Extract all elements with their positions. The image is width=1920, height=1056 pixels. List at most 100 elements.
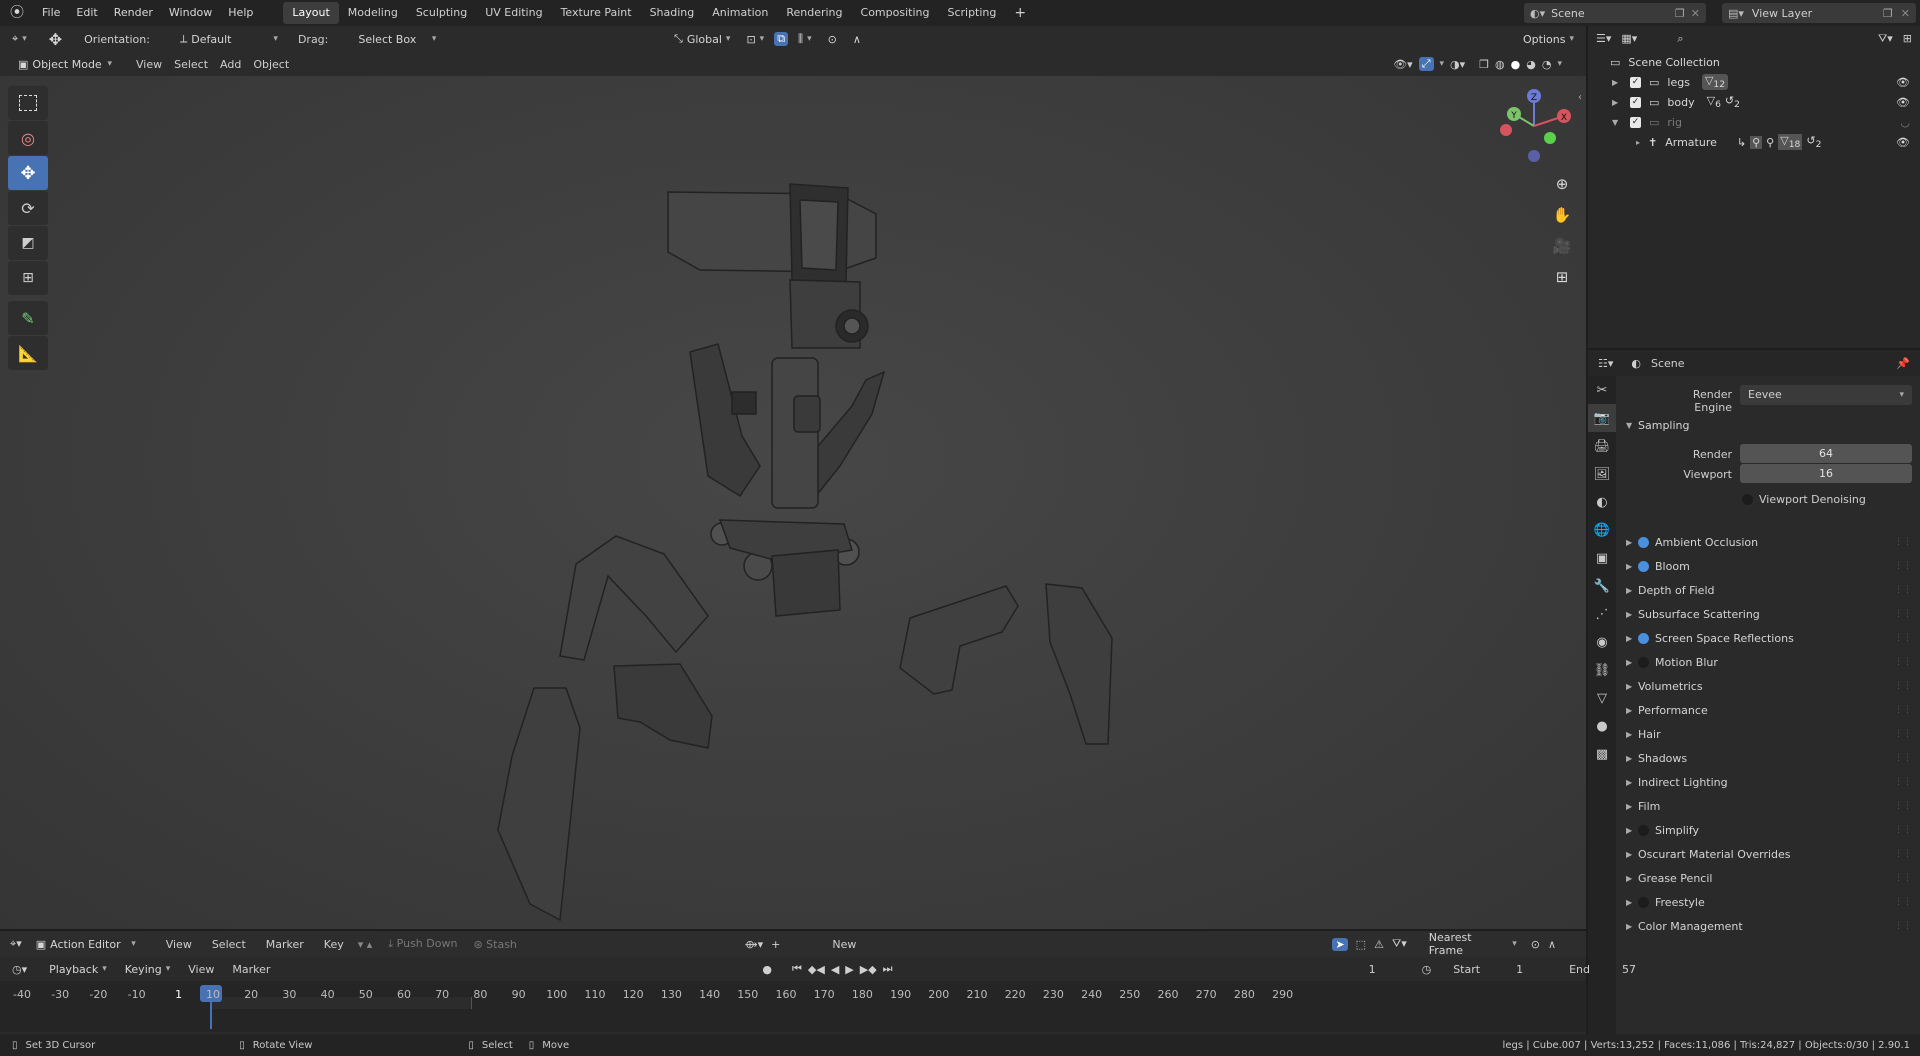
display-mode-icon[interactable]: ▦▾ (1621, 32, 1637, 46)
xray-icon[interactable]: ❐ (1479, 58, 1489, 71)
rotate-tool[interactable]: ⟳ (8, 191, 48, 225)
timeline-menu-view[interactable]: View (182, 963, 220, 976)
sampling-render-field[interactable]: 64 (1740, 444, 1912, 463)
view-layer-selector[interactable]: ▤▾ View Layer ❐ ✕ (1722, 3, 1916, 23)
eye-icon[interactable]: 👁 (1896, 136, 1910, 149)
menu-window[interactable]: Window (161, 0, 220, 26)
dopesheet-editor-icon[interactable]: ⌖▾ (10, 937, 22, 951)
tab-scripting[interactable]: Scripting (938, 2, 1005, 24)
pin-icon[interactable]: 📌 (1896, 357, 1910, 370)
tab-shading[interactable]: Shading (641, 2, 704, 24)
jump-start-icon[interactable]: ⏮ (792, 962, 802, 976)
visibility-icon[interactable]: 👁▾ (1393, 58, 1413, 71)
editor-type-icon[interactable]: ⌖ ▾ (6, 32, 33, 46)
jump-end-icon[interactable]: ⏭ (883, 962, 893, 976)
timeline-menu-marker[interactable]: Marker (226, 963, 276, 976)
drag-handle-icon[interactable]: ⋮⋮ (1894, 609, 1912, 619)
panel-enable-checkbox[interactable] (1638, 632, 1649, 644)
material-shading-icon[interactable]: ◕ (1526, 58, 1536, 71)
box-select-icon[interactable]: ⬚ (1356, 938, 1366, 951)
tab-compositing[interactable]: Compositing (852, 2, 939, 24)
texture-tab-icon[interactable]: ▩ (1588, 740, 1616, 768)
filter-icon[interactable]: ⛛▾ (1878, 32, 1893, 46)
solid-shading-icon[interactable]: ● (1511, 58, 1521, 71)
menu-select[interactable]: Select (168, 58, 214, 71)
end-field[interactable]: 57 (1622, 963, 1636, 976)
menu-view[interactable]: View (130, 58, 168, 71)
outliner-row-armature[interactable]: ▸ ✝ Armature ↳ ⚲ ⚲ ▽18 ↺2 👁 (1596, 132, 1916, 152)
viewport-denoising-toggle[interactable]: Viewport Denoising (1742, 493, 1866, 506)
panel-shadows[interactable]: ▶ Shadows ⋮⋮ (1626, 746, 1912, 770)
tab-layout[interactable]: Layout (283, 2, 339, 24)
tool-tab-icon[interactable]: ✂ (1588, 376, 1616, 404)
properties-editor-icon[interactable]: ☷▾ (1598, 357, 1613, 370)
checkbox-body[interactable]: ✓ (1630, 96, 1641, 108)
falloff-icon[interactable]: ∧ (1548, 938, 1556, 951)
drag-handle-icon[interactable]: ⋮⋮ (1894, 657, 1912, 667)
collapse-sidebar-icon[interactable]: ‹ (1578, 92, 1582, 103)
particles-tab-icon[interactable]: ⋰ (1588, 600, 1616, 628)
eye-icon[interactable]: 👁 (1896, 96, 1910, 109)
panel-volumetrics[interactable]: ▶ Volumetrics ⋮⋮ (1626, 674, 1912, 698)
panel-motion-blur[interactable]: ▶ Motion Blur ⋮⋮ (1626, 650, 1912, 674)
clock-icon[interactable]: ◷ (1422, 963, 1432, 976)
new-action-icon[interactable]: + (771, 938, 780, 951)
snap-icon[interactable]: ⧉ (774, 32, 789, 46)
action-browse-icon[interactable]: ⟴▾ (745, 938, 763, 951)
measure-tool[interactable]: 📐 (8, 336, 48, 370)
gizmo-toggle-icon[interactable]: ⤢ (1418, 57, 1434, 71)
cursor-tool[interactable]: ◎ (8, 121, 48, 155)
transform-tool[interactable]: ⊞ (8, 261, 48, 295)
proportional-icon[interactable]: ⊙ (1531, 938, 1540, 951)
drag-handle-icon[interactable]: ⋮⋮ (1894, 561, 1912, 571)
snap-mode-dropdown[interactable]: Nearest Frame ▾ (1423, 931, 1523, 957)
panel-enable-checkbox[interactable] (1638, 656, 1649, 668)
output-tab-icon[interactable]: 🖨 (1588, 432, 1616, 460)
next-keyframe-icon[interactable]: ▶◆ (860, 963, 877, 976)
ae-menu-marker[interactable]: Marker (260, 938, 310, 951)
menu-object[interactable]: Object (247, 58, 295, 71)
drag-handle-icon[interactable]: ⋮⋮ (1894, 849, 1912, 859)
scale-tool[interactable]: ◩ (8, 226, 48, 260)
drag-handle-icon[interactable]: ⋮⋮ (1894, 873, 1912, 883)
camera-icon[interactable]: 🎥 (1548, 232, 1576, 260)
panel-screen-space-reflections[interactable]: ▶ Screen Space Reflections ⋮⋮ (1626, 626, 1912, 650)
panel-enable-checkbox[interactable] (1638, 896, 1649, 908)
copy-icon[interactable]: ❐ (1883, 7, 1893, 20)
chevron-down-icon[interactable]: ▾ (1557, 59, 1562, 69)
menu-render[interactable]: Render (106, 0, 161, 26)
play-icon[interactable]: ▶ (845, 963, 853, 976)
drag-handle-icon[interactable]: ⋮⋮ (1894, 777, 1912, 787)
panel-enable-checkbox[interactable] (1638, 824, 1649, 836)
panel-sampling[interactable]: ▼ Sampling (1626, 413, 1912, 437)
render-tab-icon[interactable]: 📷 (1588, 404, 1616, 432)
outliner-row-legs[interactable]: ▶ ✓ ▭ legs ▽12 👁 (1596, 72, 1916, 92)
ae-menu-select[interactable]: Select (206, 938, 252, 951)
collapse-icon[interactable]: ▼ (1612, 118, 1624, 127)
rendered-shading-icon[interactable]: ◔ (1542, 58, 1552, 71)
pan-hand-icon[interactable]: ✋ (1548, 201, 1576, 229)
panel-hair[interactable]: ▶ Hair ⋮⋮ (1626, 722, 1912, 746)
checkbox-legs[interactable]: ✓ (1630, 76, 1641, 88)
panel-freestyle[interactable]: ▶ Freestyle ⋮⋮ (1626, 890, 1912, 914)
playback-menu[interactable]: Playback ▾ (43, 963, 113, 976)
outliner-row-rig[interactable]: ▼ ✓ ▭ rig ◡ (1596, 112, 1916, 132)
panel-grease-pencil[interactable]: ▶ Grease Pencil ⋮⋮ (1626, 866, 1912, 890)
pivot-icon[interactable]: ⊡ ▾ (740, 33, 770, 46)
copy-icon[interactable]: ❐ (1675, 7, 1685, 20)
tab-animation[interactable]: Animation (703, 2, 777, 24)
panel-ambient-occlusion[interactable]: ▶ Ambient Occlusion ⋮⋮ (1626, 530, 1912, 554)
zoom-icon[interactable]: ⊕ (1548, 170, 1576, 198)
close-icon[interactable]: ✕ (1901, 7, 1910, 20)
view-layer-tab-icon[interactable]: 🖼 (1588, 460, 1616, 488)
panel-enable-checkbox[interactable] (1638, 536, 1649, 548)
panel-simplify[interactable]: ▶ Simplify ⋮⋮ (1626, 818, 1912, 842)
warning-icon[interactable]: ⚠ (1374, 938, 1384, 951)
drag-handle-icon[interactable]: ⋮⋮ (1894, 585, 1912, 595)
expand-icon[interactable]: ▶ (1612, 78, 1624, 87)
action-editor-dropdown[interactable]: ▣ Action Editor ▾ (30, 938, 142, 951)
stash-button[interactable]: ⊛ Stash (473, 938, 516, 951)
keying-menu[interactable]: Keying ▾ (119, 963, 176, 976)
filter-icon[interactable]: ⛛▾ (1392, 937, 1407, 951)
move-tool[interactable]: ✥ (8, 156, 48, 190)
